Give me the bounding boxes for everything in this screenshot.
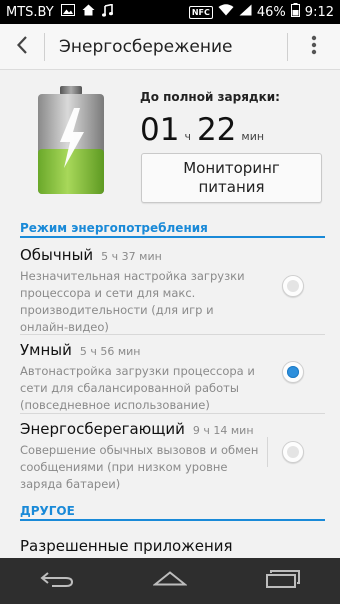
mode-time: 5 ч 56 мин [79, 345, 141, 358]
mode-name: Энергосберегающий [20, 420, 185, 438]
row-divider [20, 413, 325, 414]
status-bar: MTS.BY NFC 46% 9:12 [0, 0, 340, 24]
radio-dot [287, 366, 299, 378]
mode-title-line: Умный 5 ч 56 мин [20, 341, 140, 359]
mode-description: Незначительная настройка загрузки процес… [20, 269, 245, 334]
mode-time: 9 ч 14 мин [192, 424, 254, 437]
minutes-value: 22 [196, 112, 237, 148]
home-outline-icon [152, 571, 188, 591]
mode-radio-smart[interactable] [282, 361, 304, 383]
music-icon [101, 3, 113, 21]
mode-radio-normal[interactable] [282, 275, 304, 297]
power-monitoring-button[interactable]: Мониторинг питания [141, 153, 322, 203]
allowed-apps-item[interactable]: Разрешенные приложения [20, 537, 233, 555]
radio-dot [287, 446, 299, 458]
battery-percent: 46% [256, 4, 286, 20]
mode-option-smart[interactable]: Умный 5 ч 56 мин Автонастройка загрузки … [0, 341, 340, 413]
page-title: Энергосбережение [59, 36, 233, 57]
time-to-full: 01 ч 22 мин [140, 112, 270, 148]
carrier-label: MTS.BY [6, 4, 54, 20]
overflow-menu-button[interactable] [288, 24, 340, 70]
time-to-full-label: До полной зарядки: [140, 90, 280, 104]
nfc-icon: NFC [188, 5, 213, 19]
radio-dot [287, 280, 299, 292]
mode-time: 5 ч 37 мин [101, 250, 162, 263]
action-bar: Энергосбережение [0, 24, 340, 70]
back-arrow-icon [40, 571, 74, 591]
nav-back-button[interactable] [27, 558, 87, 604]
more-vert-icon [311, 35, 317, 59]
section-header-power-mode: Режим энергопотребления [20, 216, 325, 238]
clock: 9:12 [304, 4, 334, 20]
mode-description: Автонастройка загрузки процессора и сети… [20, 364, 255, 412]
battery-icon [290, 3, 300, 21]
mode-title-line: Обычный 5 ч 37 мин [20, 246, 162, 264]
wifi-icon [218, 4, 234, 20]
mode-name: Обычный [20, 246, 94, 264]
image-icon [60, 4, 75, 20]
charge-summary: До полной зарядки: 01 ч 22 мин Мониторин… [0, 70, 340, 212]
mode-option-normal[interactable]: Обычный 5 ч 37 мин Незначительная настро… [0, 246, 340, 334]
power-monitoring-label-line2: питания [198, 178, 265, 196]
signal-icon [239, 4, 252, 20]
chevron-left-icon [16, 35, 28, 59]
vertical-divider [267, 437, 268, 467]
nav-home-button[interactable] [140, 558, 200, 604]
mode-description: Совершение обычных вызовов и обмен сообщ… [20, 443, 259, 491]
hours-unit: ч [184, 130, 191, 143]
mode-option-power-saving[interactable]: Энергосберегающий 9 ч 14 мин Совершение … [0, 420, 340, 492]
battery-charging-icon [36, 84, 106, 196]
mode-name: Умный [20, 341, 72, 359]
navigation-bar [0, 558, 340, 604]
nav-recents-button[interactable] [253, 558, 313, 604]
minutes-unit: мин [241, 130, 265, 143]
power-monitoring-label-line1: Мониторинг [183, 159, 280, 177]
section-header-other: ДРУГОЕ [20, 499, 325, 521]
hours-value: 01 [140, 112, 180, 148]
home-icon [82, 4, 95, 20]
mode-title-line: Энергосберегающий 9 ч 14 мин [20, 420, 254, 438]
recents-icon [266, 570, 301, 592]
mode-radio-power-saving[interactable] [282, 441, 304, 463]
row-divider [20, 334, 325, 335]
back-button[interactable] [0, 24, 44, 70]
